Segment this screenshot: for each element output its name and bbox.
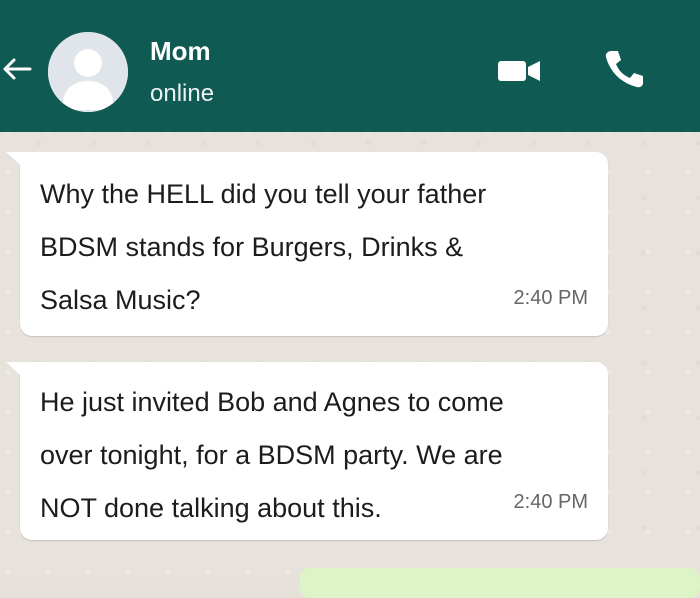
chat-header: Mom online	[0, 0, 700, 132]
incoming-message[interactable]: Why the HELL did you tell your father BD…	[6, 152, 608, 336]
bubble-tail	[6, 362, 30, 384]
contact-status: online	[150, 80, 215, 107]
video-call-icon[interactable]	[496, 57, 542, 85]
message-time: 2:40 PM	[513, 491, 588, 513]
default-avatar-icon	[48, 32, 128, 112]
back-arrow-icon[interactable]	[0, 56, 34, 82]
bubble-tail	[6, 152, 30, 174]
voice-call-icon[interactable]	[600, 45, 648, 93]
contact-name[interactable]: Mom	[150, 36, 211, 67]
message-time: 2:40 PM	[513, 287, 588, 309]
outgoing-message-partial	[300, 568, 700, 598]
avatar[interactable]	[48, 32, 128, 112]
incoming-message[interactable]: He just invited Bob and Agnes to come ov…	[6, 362, 608, 540]
